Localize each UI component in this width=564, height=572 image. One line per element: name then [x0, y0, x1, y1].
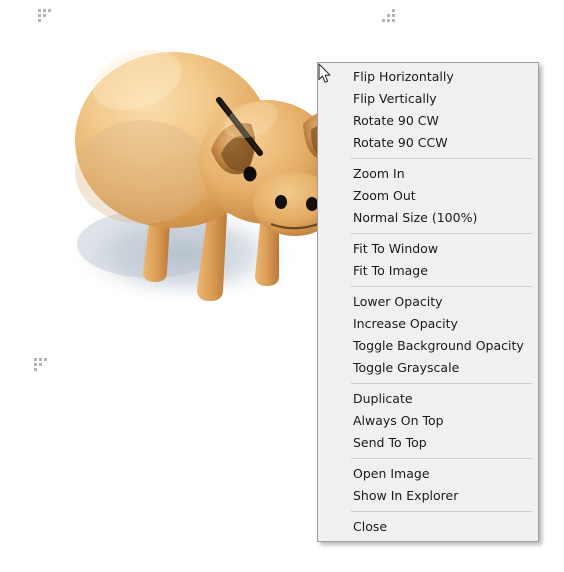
- menu-item-fit-to-window[interactable]: Fit To Window: [318, 238, 538, 260]
- menu-item-send-to-top[interactable]: Send To Top: [318, 432, 538, 454]
- menu-item-flip-vertically[interactable]: Flip Vertically: [318, 88, 538, 110]
- menu-item-open-image[interactable]: Open Image: [318, 463, 538, 485]
- grip-handle-top-right[interactable]: [382, 9, 396, 23]
- menu-item-lower-opacity[interactable]: Lower Opacity: [318, 291, 538, 313]
- menu-separator: [351, 511, 532, 512]
- menu-separator: [351, 233, 532, 234]
- menu-item-zoom-out[interactable]: Zoom Out: [318, 185, 538, 207]
- menu-item-close[interactable]: Close: [318, 516, 538, 538]
- menu-item-rotate-90-ccw[interactable]: Rotate 90 CCW: [318, 132, 538, 154]
- menu-item-increase-opacity[interactable]: Increase Opacity: [318, 313, 538, 335]
- menu-separator: [351, 286, 532, 287]
- menu-item-fit-to-image[interactable]: Fit To Image: [318, 260, 538, 282]
- menu-separator: [351, 458, 532, 459]
- menu-item-always-on-top[interactable]: Always On Top: [318, 410, 538, 432]
- menu-item-flip-horizontally[interactable]: Flip Horizontally: [318, 66, 538, 88]
- menu-separator: [351, 158, 532, 159]
- menu-item-show-in-explorer[interactable]: Show In Explorer: [318, 485, 538, 507]
- piggy-bank-photo[interactable]: [55, 22, 345, 322]
- grip-handle-bottom-left[interactable]: [34, 358, 48, 372]
- menu-item-toggle-grayscale[interactable]: Toggle Grayscale: [318, 357, 538, 379]
- grip-handle-top-left[interactable]: [38, 9, 52, 23]
- menu-item-zoom-in[interactable]: Zoom In: [318, 163, 538, 185]
- menu-separator: [351, 383, 532, 384]
- nostril-left: [275, 195, 287, 209]
- menu-item-duplicate[interactable]: Duplicate: [318, 388, 538, 410]
- menu-item-normal-size[interactable]: Normal Size (100%): [318, 207, 538, 229]
- pig-eye-left: [243, 166, 257, 182]
- menu-item-toggle-background-opacity[interactable]: Toggle Background Opacity: [318, 335, 538, 357]
- menu-item-rotate-90-cw[interactable]: Rotate 90 CW: [318, 110, 538, 132]
- context-menu[interactable]: Flip Horizontally Flip Vertically Rotate 9…: [317, 62, 539, 542]
